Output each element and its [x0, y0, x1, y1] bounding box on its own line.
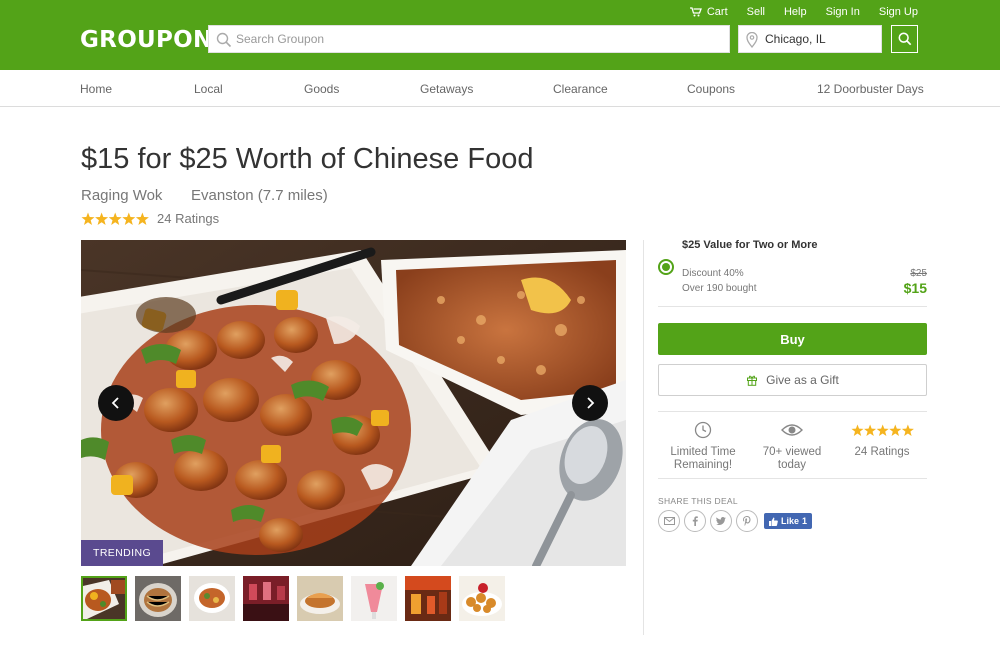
buy-button[interactable]: Buy	[658, 323, 927, 355]
thumbnail[interactable]	[351, 576, 397, 621]
bought-count: Over 190 bought	[682, 283, 757, 294]
category-nav: Home Local Goods Getaways Clearance Coup…	[0, 70, 1000, 107]
merchant-name[interactable]: Raging Wok	[81, 187, 162, 204]
thumbnail[interactable]	[243, 576, 289, 621]
divider	[658, 306, 927, 307]
star-rating-icon	[850, 423, 914, 436]
thumbnail[interactable]	[189, 576, 235, 621]
gift-icon	[747, 375, 758, 386]
eye-icon	[781, 424, 803, 436]
chevron-left-icon	[111, 397, 119, 409]
fb-like-count: 1	[802, 516, 808, 526]
cart-link[interactable]: Cart	[689, 6, 728, 18]
prev-image-button[interactable]	[98, 385, 134, 421]
deal-price: $15	[903, 280, 927, 296]
nav-home[interactable]: Home	[80, 82, 112, 96]
search-button[interactable]	[891, 25, 918, 53]
limited-time-feature: Limited Time Remaining!	[658, 420, 748, 472]
thumbnail-strip	[81, 576, 505, 621]
search-icon	[216, 32, 232, 48]
deal-location[interactable]: Evanston (7.7 miles)	[191, 187, 328, 204]
rating-summary[interactable]: 24 Ratings	[81, 211, 219, 226]
clock-icon	[694, 421, 712, 439]
viewed-today-feature: 70+ viewed today	[747, 420, 837, 472]
trending-badge: TRENDING	[81, 540, 164, 566]
divider	[658, 478, 927, 479]
header: GROUPON Cart Sell Help Sign In Sign Up	[0, 0, 1000, 70]
share-buttons: Like 1	[658, 510, 813, 532]
discount-text: Discount 40%	[682, 268, 744, 279]
location-pin-icon	[746, 32, 758, 48]
deal-title: $15 for $25 Worth of Chinese Food	[81, 143, 534, 175]
thumbs-up-icon	[769, 517, 778, 526]
ratings-feature[interactable]: 24 Ratings	[837, 420, 927, 459]
thumbnail[interactable]	[81, 576, 127, 621]
twitter-share-button[interactable]	[710, 510, 732, 532]
next-image-button[interactable]	[572, 385, 608, 421]
food-photo	[81, 240, 626, 566]
top-links: Cart Sell Help Sign In Sign Up	[689, 6, 918, 18]
pinterest-share-button[interactable]	[736, 510, 758, 532]
viewed-line1: 70+ viewed	[762, 446, 822, 458]
search-icon	[898, 32, 911, 46]
search-input[interactable]	[236, 26, 716, 52]
viewed-line2: today	[777, 459, 807, 471]
limited-time-line2: Remaining!	[673, 459, 733, 471]
twitter-icon	[716, 517, 726, 525]
original-price: $25	[910, 268, 927, 279]
give-as-gift-button[interactable]: Give as a Gift	[658, 364, 927, 396]
thumbnail[interactable]	[135, 576, 181, 621]
nav-doorbuster-days[interactable]: 12 Doorbuster Days	[817, 82, 924, 96]
nav-local[interactable]: Local	[194, 82, 223, 96]
option-radio[interactable]	[658, 259, 674, 275]
pinterest-icon	[743, 516, 751, 526]
fb-like-label: Like	[781, 516, 800, 526]
sign-up-link[interactable]: Sign Up	[879, 6, 918, 18]
nav-clearance[interactable]: Clearance	[553, 82, 608, 96]
thumbnail[interactable]	[405, 576, 451, 621]
sign-in-link[interactable]: Sign In	[826, 6, 860, 18]
location-input[interactable]	[765, 26, 877, 52]
thumbnail[interactable]	[459, 576, 505, 621]
ratings-feature-label: 24 Ratings	[854, 446, 910, 458]
star-rating-icon	[81, 212, 149, 225]
option-title: $25 Value for Two or More	[682, 239, 818, 251]
column-divider	[643, 240, 644, 635]
cart-label: Cart	[706, 6, 728, 18]
help-link[interactable]: Help	[784, 6, 807, 18]
gift-label: Give as a Gift	[766, 373, 839, 387]
mail-icon	[663, 517, 675, 525]
search-box	[208, 25, 730, 53]
email-share-button[interactable]	[658, 510, 680, 532]
deal-image: TRENDING	[81, 240, 626, 566]
chevron-right-icon	[587, 397, 595, 409]
cart-icon	[689, 7, 702, 17]
thumbnail[interactable]	[297, 576, 343, 621]
divider	[658, 411, 927, 412]
share-label: SHARE THIS DEAL	[658, 496, 738, 506]
nav-getaways[interactable]: Getaways	[420, 82, 473, 96]
ratings-count: 24 Ratings	[157, 211, 220, 226]
sell-link[interactable]: Sell	[747, 6, 765, 18]
groupon-logo[interactable]: GROUPON	[80, 27, 213, 53]
facebook-share-button[interactable]	[684, 510, 706, 532]
limited-time-line1: Limited Time	[670, 446, 736, 458]
nav-coupons[interactable]: Coupons	[687, 82, 735, 96]
nav-goods[interactable]: Goods	[304, 82, 339, 96]
location-box	[738, 25, 882, 53]
facebook-icon	[692, 516, 698, 526]
facebook-like-button[interactable]: Like 1	[764, 513, 813, 529]
